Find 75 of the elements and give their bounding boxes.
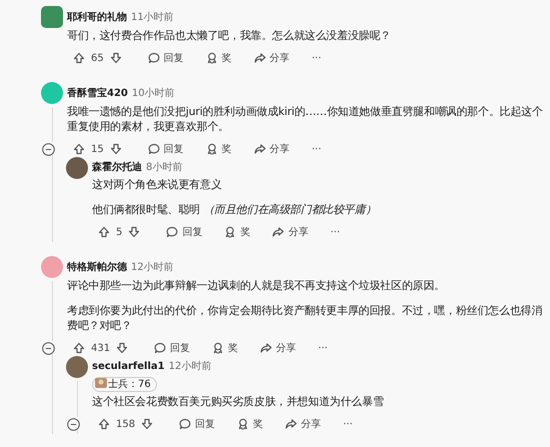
collapse-button[interactable]	[42, 341, 55, 354]
upvote-icon	[98, 226, 110, 238]
vote-count: 15	[91, 142, 104, 156]
avatar[interactable]	[41, 6, 63, 28]
award-icon	[206, 52, 218, 64]
comment-icon	[166, 226, 178, 238]
downvote-icon	[110, 143, 122, 155]
upvote-icon	[73, 143, 85, 155]
share-icon	[260, 342, 272, 354]
reply-button[interactable]: 回复	[142, 47, 190, 69]
comment-text: 评论中那些一边为此事辩解一边讽刺的人就是我不再支持这个垃圾社区的原因。	[67, 278, 446, 293]
upvote-icon	[98, 418, 110, 430]
avatar[interactable]	[66, 356, 88, 378]
comment-text: 这对两个角色来说更有意义	[92, 177, 223, 192]
share-icon	[254, 143, 266, 155]
comment-icon	[154, 342, 166, 354]
vote-count: 158	[116, 418, 136, 432]
collapse-button[interactable]	[67, 417, 80, 430]
comment-text: 这个社区会花费数百美元购买劣质皮肤，并想知道为什么暴雪	[92, 394, 385, 409]
comment-text: 他们俩都很时髦、聪明 （而且他们在高级部门都比较平庸）	[92, 202, 378, 217]
user-flair: 士兵：76	[92, 377, 157, 392]
vote-count: 5	[116, 226, 122, 240]
share-button[interactable]: 分享	[279, 413, 328, 435]
share-button[interactable]: 分享	[254, 337, 302, 359]
username[interactable]: 耶利哥的礼物	[67, 10, 127, 24]
timestamp: 12小时前	[168, 360, 212, 374]
award-button[interactable]: 奖	[200, 138, 238, 160]
timestamp: 8小时前	[146, 160, 182, 174]
vote-count: 65	[91, 52, 104, 66]
timestamp: 11小时前	[131, 10, 174, 24]
comment-text: 考虑到你要为此付出的代价，你肯定会期待比资产翻转更丰厚的回报。不过，嘿，粉丝们怎么也得消费吧？对吧？	[67, 303, 544, 333]
reply-button[interactable]: 回复	[148, 337, 196, 359]
share-button[interactable]: 分享	[248, 47, 296, 69]
timestamp: 12小时前	[131, 260, 174, 274]
award-icon	[206, 143, 218, 155]
reply-button[interactable]: 回复	[160, 221, 208, 243]
username[interactable]: 特格斯帕尔德	[67, 260, 127, 274]
comment-icon	[148, 52, 160, 64]
comment-icon	[179, 418, 192, 430]
more-button[interactable]: ···	[337, 413, 359, 435]
award-button[interactable]: 奖	[231, 413, 270, 435]
share-icon	[285, 418, 298, 430]
comment-icon	[148, 143, 160, 155]
more-button[interactable]: ···	[312, 337, 334, 359]
award-icon	[212, 342, 224, 354]
downvote-icon	[116, 342, 128, 354]
comment-text: 我唯一遗憾的是他们没把juri的胜利动画做成kiri的……你知道她做垂直劈腿和嘲讽的那个。比起这个重复使用的素材，我更喜欢那个。	[67, 104, 544, 134]
reply-button[interactable]: 回复	[142, 138, 190, 160]
award-button[interactable]: 奖	[200, 47, 238, 69]
share-icon	[254, 52, 266, 64]
award-icon	[224, 226, 236, 238]
more-button[interactable]: ···	[306, 138, 328, 160]
share-button[interactable]: 分享	[248, 138, 296, 160]
award-icon	[237, 418, 250, 430]
avatar[interactable]	[66, 157, 88, 179]
more-button[interactable]: ···	[324, 221, 346, 243]
reply-button[interactable]: 回复	[173, 413, 222, 435]
username[interactable]: secularfella1	[92, 358, 165, 374]
username[interactable]: 香酥雪宝420	[67, 86, 128, 100]
share-button[interactable]: 分享	[266, 221, 314, 243]
award-button[interactable]: 奖	[218, 221, 256, 243]
upvote-icon	[73, 52, 85, 64]
share-icon	[272, 226, 284, 238]
upvote-icon	[73, 342, 85, 354]
collapse-button[interactable]	[42, 142, 55, 155]
award-button[interactable]: 奖	[206, 337, 244, 359]
downvote-icon	[128, 226, 140, 238]
comment-text: 哥们，这付费合作作品也太懒了吧，我靠。怎么就这么没羞没臊呢？	[67, 28, 392, 43]
downvote-icon	[141, 418, 154, 430]
vote-count: 431	[91, 342, 110, 356]
more-button[interactable]: ···	[306, 47, 328, 69]
username[interactable]: 森霍尔托迪	[92, 160, 142, 174]
timestamp: 10小时前	[132, 86, 175, 100]
flair-icon	[95, 378, 107, 388]
downvote-icon	[110, 52, 122, 64]
